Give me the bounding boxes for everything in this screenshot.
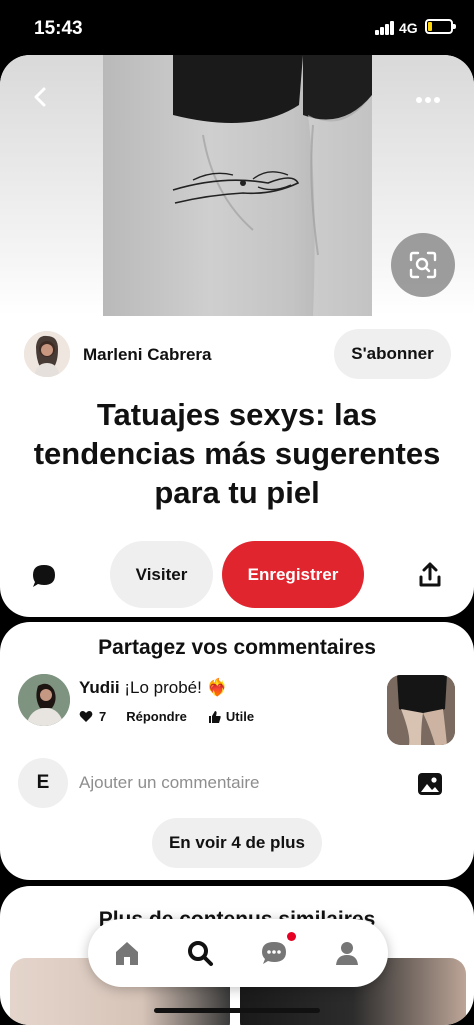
like-count: 7 <box>99 709 107 724</box>
status-bar: 15:43 4G <box>0 0 474 52</box>
pin-image[interactable] <box>103 55 372 316</box>
bottom-nav <box>88 919 388 987</box>
show-more-comments-button[interactable]: En voir 4 de plus <box>152 818 322 868</box>
follow-button[interactable]: S'abonner <box>334 329 451 379</box>
comment-author[interactable]: Yudii <box>79 678 120 697</box>
more-horizontal-icon <box>416 97 440 103</box>
thumbs-up-icon <box>208 710 221 723</box>
profile-icon <box>336 942 358 965</box>
messages-icon <box>262 942 286 964</box>
visit-button[interactable]: Visiter <box>110 541 213 608</box>
image-icon[interactable] <box>416 770 444 798</box>
commenter-avatar[interactable] <box>18 674 70 726</box>
home-icon <box>116 942 138 965</box>
comment-actions: 7 Répondre Utile <box>79 709 254 724</box>
back-button[interactable] <box>20 77 60 117</box>
chevron-left-icon <box>34 87 46 107</box>
pin-card: Marleni Cabrera S'abonner Tatuajes sexys… <box>0 55 474 617</box>
search-icon <box>188 941 213 966</box>
like-button[interactable]: 7 <box>79 709 106 724</box>
status-time: 15:43 <box>34 18 83 39</box>
comment-icon[interactable] <box>29 561 59 591</box>
comment-text: ¡Lo probé! ❤️‍🔥 <box>124 678 228 697</box>
helpful-button[interactable]: Utile <box>208 709 255 724</box>
home-indicator <box>154 1008 320 1013</box>
notification-dot <box>287 932 296 941</box>
reply-button[interactable]: Répondre <box>126 709 187 724</box>
nav-messages[interactable] <box>258 937 290 969</box>
creator-row: Marleni Cabrera S'abonner <box>0 325 474 385</box>
helpful-label: Utile <box>225 709 255 724</box>
save-button[interactable]: Enregistrer <box>222 541 364 608</box>
signal-icon <box>375 21 395 35</box>
more-options-button[interactable] <box>406 80 450 120</box>
share-icon[interactable] <box>415 560 445 590</box>
heart-icon <box>79 711 93 722</box>
comment-photo[interactable] <box>387 675 455 745</box>
comments-card: Partagez vos commentaires Yudii ¡Lo prob… <box>0 622 474 880</box>
creator-name[interactable]: Marleni Cabrera <box>83 345 212 365</box>
nav-home[interactable] <box>111 937 143 969</box>
nav-profile[interactable] <box>331 937 363 969</box>
lens-search-icon <box>409 251 437 279</box>
creator-avatar[interactable] <box>24 331 70 377</box>
battery-icon <box>425 19 456 34</box>
pin-title: Tatuajes sexys: las tendencias más suger… <box>33 397 441 510</box>
visual-search-button[interactable] <box>391 233 455 297</box>
nav-search[interactable] <box>184 937 216 969</box>
network-type: 4G <box>399 20 418 36</box>
comment-item: Yudii ¡Lo probé! ❤️‍🔥 <box>79 678 228 698</box>
my-avatar[interactable]: E <box>18 758 68 808</box>
add-comment-input[interactable]: Ajouter un commentaire <box>79 773 259 793</box>
comments-title: Partagez vos commentaires <box>98 636 376 659</box>
